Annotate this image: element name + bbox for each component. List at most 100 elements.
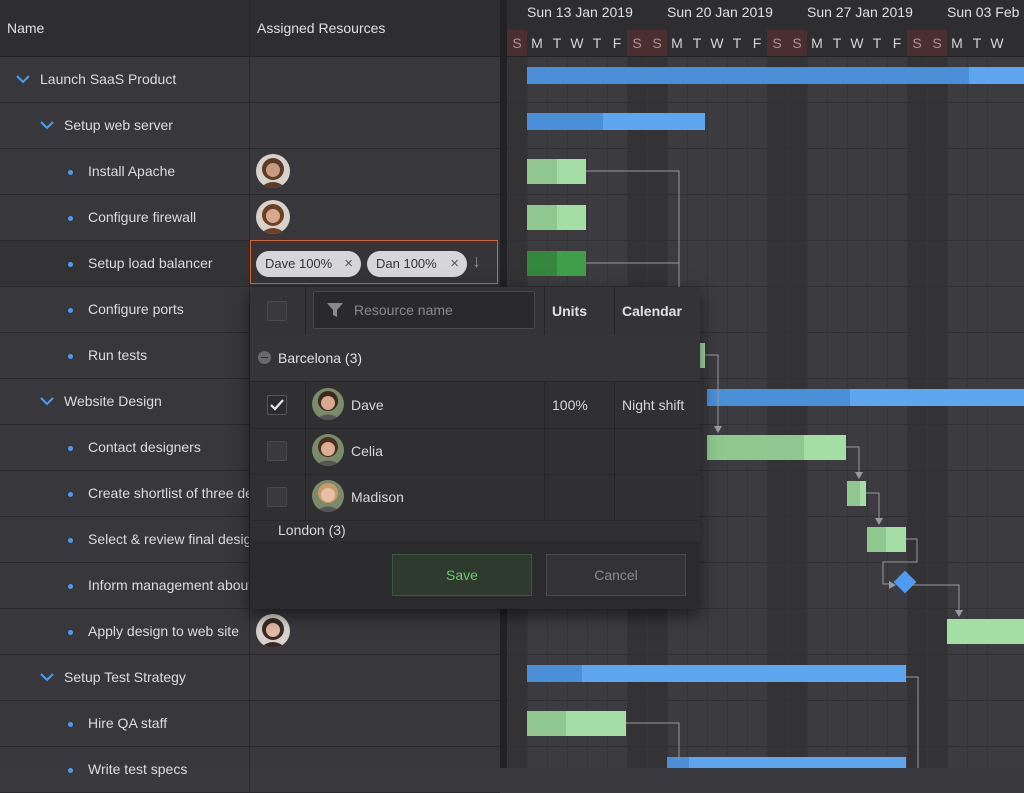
leaf-bullet-icon [68, 446, 73, 451]
name-cell[interactable]: Inform management about [0, 563, 250, 608]
task-name: Apply design to web site [88, 623, 239, 639]
task-name: Website Design [64, 393, 162, 409]
resource-row[interactable]: Madison [250, 474, 700, 521]
resource-checkbox[interactable] [267, 487, 287, 507]
resource-calendar[interactable]: Night shift [622, 382, 684, 428]
avatar [256, 200, 290, 234]
task-name: Launch SaaS Product [40, 71, 177, 87]
resources-cell[interactable] [250, 747, 500, 792]
day-cell: W [570, 35, 584, 51]
picker-header: Units Calendar [250, 287, 700, 336]
name-cell[interactable]: Run tests [0, 333, 250, 378]
avatar [256, 154, 290, 188]
dropdown-arrow-icon[interactable]: ↓ [472, 251, 481, 272]
chevron-down-icon[interactable] [40, 671, 54, 683]
task-name: Setup Test Strategy [64, 669, 186, 685]
resource-checkbox[interactable] [267, 441, 287, 461]
resource-units[interactable]: 100% [552, 382, 588, 428]
task-name: Configure ports [88, 301, 184, 317]
divider [544, 382, 545, 428]
name-cell[interactable]: Create shortlist of three de [0, 471, 250, 516]
column-header-name[interactable]: Name [0, 0, 250, 56]
task-row-parent[interactable]: Setup web server [0, 103, 500, 149]
resource-picker-popup: Units Calendar Barcelona (3) Dave 100% Nig… [250, 287, 700, 609]
name-cell[interactable]: Website Design [0, 379, 250, 424]
day-cell: S [927, 30, 947, 56]
avatar [256, 614, 290, 648]
task-name: Configure firewall [88, 209, 197, 225]
chevron-down-icon[interactable] [40, 395, 54, 407]
chevron-down-icon[interactable] [40, 119, 54, 131]
name-cell[interactable]: Setup Test Strategy [0, 655, 250, 700]
task-name: Write test specs [88, 761, 188, 777]
remove-chip-icon[interactable]: × [450, 251, 459, 277]
day-cell: M [811, 35, 823, 51]
task-row-parent[interactable]: Setup Test Strategy [0, 655, 500, 701]
week-label: Sun 03 Feb 2 [947, 4, 1024, 20]
resource-row[interactable]: Dave 100% Night shift [250, 382, 700, 429]
timeline-header: Sun 13 Jan 2019 Sun 20 Jan 2019 Sun 27 J… [507, 0, 1024, 57]
day-cell: M [671, 35, 683, 51]
task-row[interactable]: Configure firewall [0, 195, 500, 241]
day-cell: S [507, 30, 527, 56]
column-header-units[interactable]: Units [552, 287, 587, 335]
day-cell: W [850, 35, 864, 51]
select-all-checkbox[interactable] [267, 301, 287, 321]
task-row-parent[interactable]: Launch SaaS Product [0, 57, 500, 103]
day-cell: M [951, 35, 963, 51]
avatar [312, 480, 344, 512]
column-header-calendar[interactable]: Calendar [622, 287, 682, 335]
week-label: Sun 27 Jan 2019 [807, 4, 913, 20]
name-cell[interactable]: Hire QA staff [0, 701, 250, 746]
task-name: Create shortlist of three de [88, 485, 249, 501]
filter-icon [327, 303, 343, 317]
name-cell[interactable]: Configure firewall [0, 195, 250, 240]
name-cell[interactable]: Select & review final design [0, 517, 250, 562]
name-cell[interactable]: Write test specs [0, 747, 250, 792]
resources-cell[interactable] [250, 57, 500, 102]
resource-chip[interactable]: Dan 100% × [367, 251, 467, 277]
task-row[interactable]: Write test specs [0, 747, 500, 793]
leaf-bullet-icon [68, 308, 73, 313]
leaf-bullet-icon [68, 768, 73, 773]
resource-filter[interactable] [313, 291, 535, 329]
group-row[interactable]: Barcelona (3) [250, 335, 700, 382]
name-cell[interactable]: Configure ports [0, 287, 250, 332]
task-name: Hire QA staff [88, 715, 168, 731]
cancel-button[interactable]: Cancel [546, 554, 686, 596]
task-row[interactable]: Hire QA staff [0, 701, 500, 747]
resources-cell[interactable] [250, 655, 500, 700]
divider [614, 382, 615, 428]
chevron-down-icon[interactable] [16, 73, 30, 85]
name-cell[interactable]: Setup web server [0, 103, 250, 148]
day-cell: T [732, 35, 742, 51]
collapse-group-icon[interactable] [258, 351, 271, 364]
chip-label: Dave 100% [265, 256, 333, 271]
resources-cell[interactable] [250, 701, 500, 746]
save-button[interactable]: Save [392, 554, 532, 596]
name-cell[interactable]: Setup load balancer [0, 241, 250, 286]
resource-name-input[interactable] [354, 292, 524, 328]
resource-assignment-editor[interactable]: Dave 100% × Dan 100% × ↓ [250, 240, 498, 284]
resource-name: Dave [351, 397, 384, 413]
day-cell: S [907, 30, 927, 56]
day-cell: T [872, 35, 882, 51]
resource-checkbox[interactable] [267, 395, 287, 415]
day-cell: T [552, 35, 562, 51]
name-cell[interactable]: Apply design to web site [0, 609, 250, 654]
resources-cell[interactable] [250, 103, 500, 148]
day-cell: T [692, 35, 702, 51]
resource-chip[interactable]: Dave 100% × [256, 251, 361, 277]
task-row[interactable]: Apply design to web site [0, 609, 500, 655]
task-row[interactable]: Install Apache [0, 149, 500, 195]
name-cell[interactable]: Install Apache [0, 149, 250, 194]
week-label: Sun 13 Jan 2019 [527, 4, 633, 20]
name-cell[interactable]: Launch SaaS Product [0, 57, 250, 102]
picker-footer: Save Cancel [250, 541, 700, 609]
resource-row[interactable]: Celia [250, 428, 700, 475]
divider [305, 287, 306, 335]
name-cell[interactable]: Contact designers [0, 425, 250, 470]
column-header-resources[interactable]: Assigned Resources [250, 0, 500, 56]
group-row-partial[interactable]: London (3) [250, 519, 700, 541]
remove-chip-icon[interactable]: × [344, 251, 353, 277]
